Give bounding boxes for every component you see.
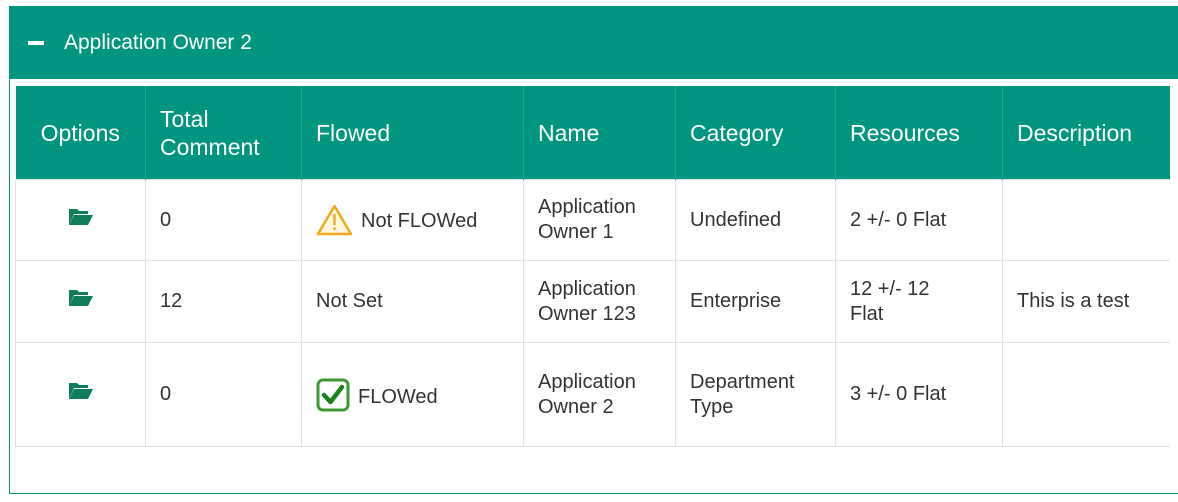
column-header-resources[interactable]: Resources bbox=[835, 86, 1003, 180]
total-comment-cell: 12 bbox=[145, 260, 302, 343]
flowed-status: Not FLOWed bbox=[361, 210, 478, 232]
total-comment-cell: 0 bbox=[145, 342, 302, 447]
options-cell bbox=[15, 342, 146, 447]
name-line1: Application bbox=[538, 370, 636, 393]
name-line1: Application bbox=[538, 196, 636, 218]
collapse-icon[interactable] bbox=[28, 41, 44, 45]
column-header-flowed[interactable]: Flowed bbox=[301, 86, 524, 180]
warning-icon bbox=[316, 204, 353, 236]
table-row: 0 Not FLOWed Application Owner 1 Undefin… bbox=[15, 179, 1170, 261]
name-cell: Application Owner 123 bbox=[523, 260, 676, 343]
resources-cell: 12 +/- 12 Flat bbox=[835, 260, 1003, 343]
panel-header[interactable]: Application Owner 2 bbox=[10, 7, 1178, 79]
resources-cell: 2 +/- 0 Flat bbox=[835, 179, 1003, 261]
folder-open-icon[interactable] bbox=[68, 289, 94, 307]
column-header-options[interactable]: Options bbox=[15, 86, 146, 180]
description-cell bbox=[1002, 179, 1170, 261]
category-line1: Department bbox=[690, 370, 795, 393]
header-total-line2: Comment bbox=[160, 133, 260, 160]
column-header-name[interactable]: Name bbox=[523, 86, 676, 180]
table-row: 0 FLOWed Application Owner 2 Department … bbox=[15, 342, 1170, 447]
name-line1: Application bbox=[538, 277, 636, 300]
folder-open-icon[interactable] bbox=[68, 208, 94, 226]
column-header-category[interactable]: Category bbox=[675, 86, 836, 180]
header-total-line1: Total bbox=[160, 105, 209, 132]
flowed-cell: Not Set bbox=[301, 260, 524, 343]
resources-line2: Flat bbox=[850, 302, 884, 325]
table-row: 12 Not Set Application Owner 123 Enterpr… bbox=[15, 260, 1170, 343]
resources-line1: 12 +/- 12 bbox=[850, 277, 930, 300]
category-cell: Department Type bbox=[675, 342, 836, 447]
column-header-total-comment[interactable]: Total Comment bbox=[145, 86, 302, 180]
panel-title: Application Owner 2 bbox=[64, 31, 252, 54]
flowed-cell: Not FLOWed bbox=[301, 179, 524, 261]
description-cell bbox=[1002, 342, 1170, 447]
name-line2: Owner 1 bbox=[538, 221, 614, 243]
flowed-cell: FLOWed bbox=[301, 342, 524, 447]
category-cell: Enterprise bbox=[675, 260, 836, 343]
application-owner-table: Options Total Comment Flowed Name Catego… bbox=[15, 86, 1170, 447]
table-header-row: Options Total Comment Flowed Name Catego… bbox=[15, 86, 1170, 180]
options-cell bbox=[15, 260, 146, 343]
resources-cell: 3 +/- 0 Flat bbox=[835, 342, 1003, 447]
description-cell: This is a test bbox=[1002, 260, 1170, 343]
options-cell bbox=[15, 179, 146, 261]
name-cell: Application Owner 2 bbox=[523, 342, 676, 447]
checkbox-checked-icon bbox=[316, 378, 350, 411]
name-line2: Owner 123 bbox=[538, 302, 636, 325]
category-line2: Type bbox=[690, 395, 734, 418]
total-comment-cell: 0 bbox=[145, 179, 302, 261]
column-header-description[interactable]: Description bbox=[1002, 86, 1170, 180]
flowed-status: FLOWed bbox=[358, 385, 438, 408]
category-cell: Undefined bbox=[675, 179, 836, 261]
folder-open-icon[interactable] bbox=[68, 382, 94, 400]
name-cell: Application Owner 1 bbox=[523, 179, 676, 261]
name-line2: Owner 2 bbox=[538, 395, 614, 418]
